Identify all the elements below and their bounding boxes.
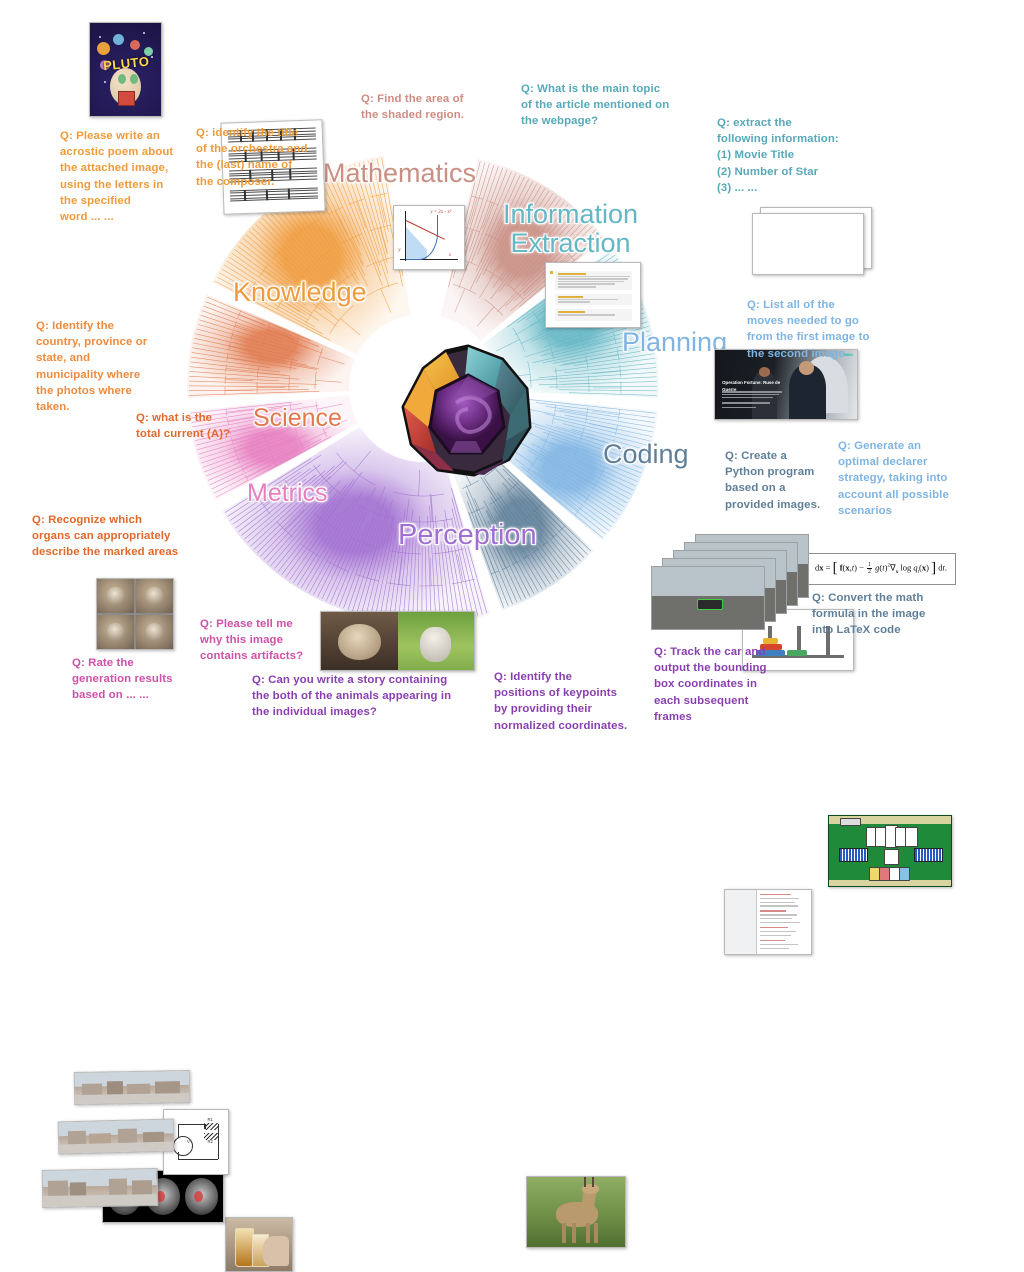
formula-text: dx = [ f(x,t) − 12 g(t)2∇x log qt(x) ] d… <box>815 562 947 575</box>
thumbnail-beer-glass-photo <box>225 1217 293 1272</box>
caption-organ-recognition: Q: Recognize which organs can appropriat… <box>32 512 222 561</box>
thumbnail-code-editor <box>724 889 812 955</box>
caption-car-tracking: Q: Track the car and output the bounding… <box>654 644 819 725</box>
thumbnail-webpage-screenshot <box>545 262 641 328</box>
caption-declarer-strategy: Q: Generate an optimal declarer strategy… <box>838 438 988 519</box>
cat-cell-1 <box>97 579 134 613</box>
thumbnail-street-panorama-1 <box>42 1168 159 1208</box>
thumbnail-cat-and-dog <box>320 611 475 671</box>
thumbnail-street-panorama-3 <box>74 1070 191 1105</box>
cat-cell-2 <box>136 579 173 613</box>
caption-shaded-area: Q: Find the area of the shaded region. <box>361 91 506 123</box>
cat-cell-4 <box>136 615 173 649</box>
caption-article-topic: Q: What is the main topic of the article… <box>521 81 706 130</box>
thumbnail-math-plot: y = 2x - x² x y <box>393 205 465 270</box>
thumbnail-dog-half <box>398 612 475 670</box>
thumbnail-street-panorama-2 <box>58 1118 175 1154</box>
thumbnail-antelope-photo <box>526 1176 626 1248</box>
thumbnail-cat-half <box>321 612 398 670</box>
caption-movie-info: Q: extract the following information: (1… <box>717 115 877 196</box>
thumbnail-formula-box: dx = [ f(x,t) − 12 g(t)2∇x log qt(x) ] d… <box>806 553 956 585</box>
caption-photo-geolocation: Q: Identify the country, province or sta… <box>36 318 171 415</box>
caption-keypoints: Q: Identify the positions of keypoints b… <box>494 669 654 734</box>
thumbnail-tower-of-hanoi-back1 <box>752 213 864 275</box>
caption-orchestra-title: Q: identify the title of the orchestra a… <box>196 125 326 190</box>
caption-rate-generation: Q: Rate the generation results based on … <box>72 655 207 704</box>
caption-animal-story: Q: Can you write a story containing the … <box>252 672 492 721</box>
center-gem-icon <box>398 341 538 481</box>
cat-cell-3 <box>97 615 134 649</box>
thumbnail-cat-grid <box>96 578 174 650</box>
thumbnail-pluto-book-cover: PLUTO <box>89 22 162 117</box>
caption-latex-formula: Q: Convert the math formula in the image… <box>812 590 972 639</box>
figure-canvas: MathematicsInformationExtractionPlanning… <box>0 0 1024 754</box>
thumbnail-car-frame-1 <box>651 566 765 630</box>
thumbnail-bridge-card-game <box>828 815 952 887</box>
caption-acrostic-poem: Q: Please write an acrostic poem about t… <box>60 128 185 225</box>
caption-hanoi-moves: Q: List all of the moves needed to go fr… <box>747 297 907 362</box>
caption-image-artifacts: Q: Please tell me why this image contain… <box>200 616 325 665</box>
caption-python-program: Q: Create a Python program based on a pr… <box>725 448 840 513</box>
